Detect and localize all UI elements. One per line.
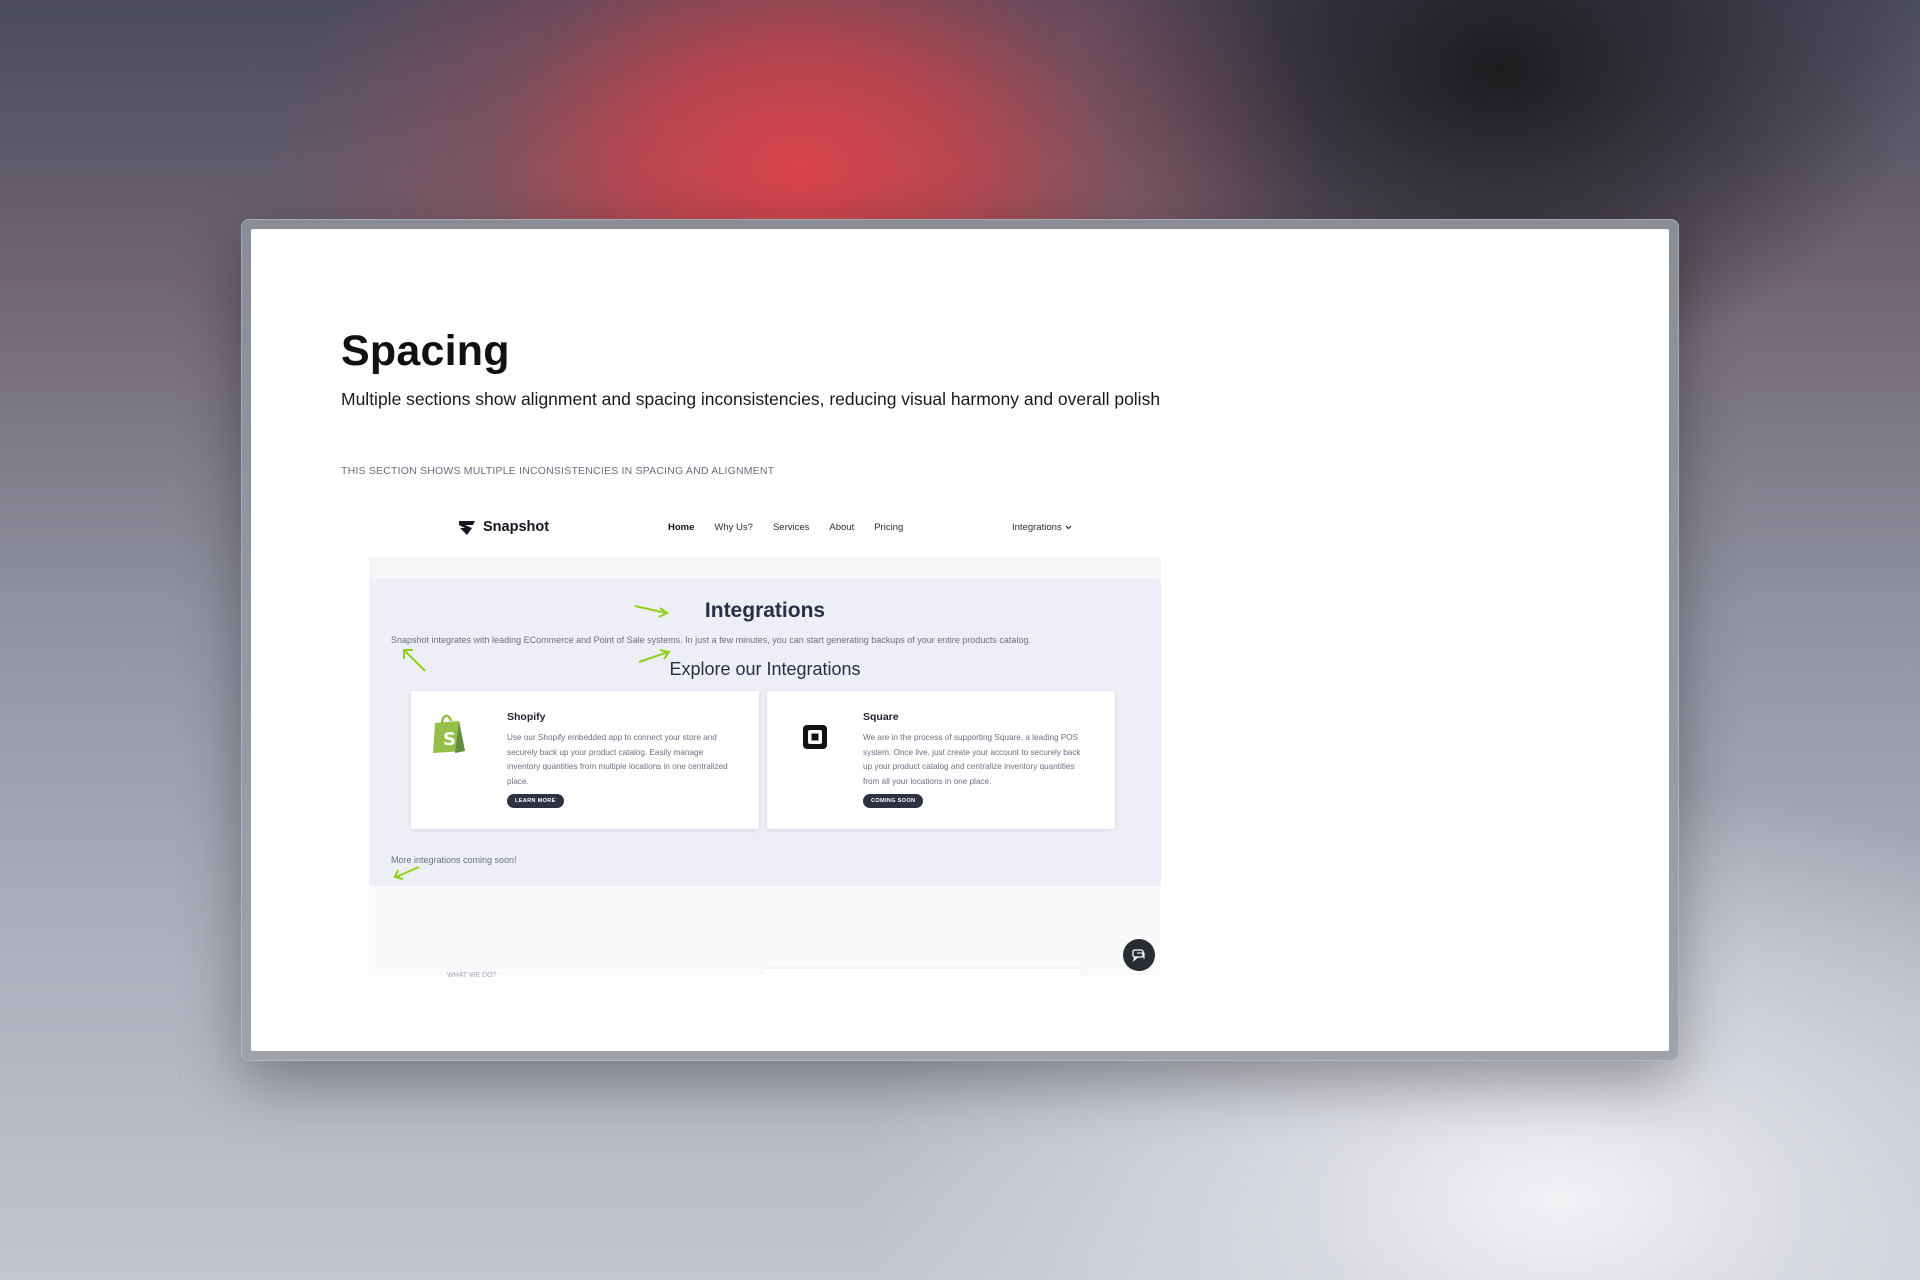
square-card-text: We are in the process of supporting Squa… [863, 733, 1081, 786]
embedded-website-screenshot: Snapshot Home Why Us? Services About Pri… [369, 505, 1161, 979]
what-we-do-section: WHAT WE DO? [369, 886, 1161, 979]
chevron-down-icon [1065, 525, 1072, 530]
integrations-title: Integrations [704, 599, 826, 622]
presentation-window: Spacing Multiple sections show alignment… [241, 219, 1679, 1061]
shopify-icon: S [433, 714, 465, 753]
square-card-title: Square [863, 711, 899, 723]
shopify-card-title: Shopify [507, 711, 546, 723]
shopify-card: S Shopify Use our Shopify embedded app t… [411, 691, 759, 829]
snapshot-logo-icon [459, 521, 475, 535]
nav-links: Home Why Us? Services About Pricing [668, 522, 903, 533]
nav-link-why-us[interactable]: Why Us? [714, 522, 753, 533]
nav-divider-strip [369, 557, 1161, 579]
annotation-arrow-icon [393, 866, 420, 880]
site-logo[interactable]: Snapshot [457, 517, 549, 537]
nav-link-about[interactable]: About [829, 522, 854, 533]
slide-subtitle: Multiple sections show alignment and spa… [341, 389, 1161, 409]
nav-link-home[interactable]: Home [668, 522, 694, 533]
shopify-card-text: Use our Shopify embedded app to connect … [507, 733, 728, 786]
integrations-description: Snapshot integrates with leading ECommer… [391, 635, 1031, 645]
learn-more-button[interactable]: LEARN MORE [507, 794, 564, 808]
annotation-arrow-icon [403, 649, 426, 672]
chat-button[interactable] [1123, 939, 1155, 971]
section-caption: THIS SECTION SHOWS MULTIPLE INCONSISTENC… [341, 465, 775, 477]
logo-text: Snapshot [483, 519, 550, 535]
integrations-section: Integrations Snapshot integrates with le… [369, 579, 1161, 886]
nav-link-pricing[interactable]: Pricing [874, 522, 903, 533]
nav-integrations-dropdown[interactable]: Integrations [1012, 522, 1072, 533]
chat-icon [1132, 949, 1145, 962]
lower-card [763, 969, 1081, 979]
annotation-arrow-icon [638, 649, 671, 663]
square-card: Square We are in the process of supporti… [767, 691, 1115, 829]
what-we-do-label: WHAT WE DO? [447, 972, 497, 979]
coming-soon-button[interactable]: COMING SOON [863, 794, 924, 808]
more-integrations-text: More integrations coming soon! [391, 855, 517, 865]
explore-integrations-heading: Explore our Integrations [669, 659, 861, 679]
nav-integrations-label: Integrations [1012, 522, 1062, 533]
slide-page: Spacing Multiple sections show alignment… [251, 229, 1669, 1051]
nav-link-services[interactable]: Services [773, 522, 809, 533]
square-icon [803, 725, 827, 749]
annotation-arrow-icon [634, 605, 669, 618]
site-navbar: Snapshot Home Why Us? Services About Pri… [369, 505, 1161, 557]
slide-title: Spacing [341, 327, 510, 375]
svg-text:S: S [443, 729, 456, 750]
